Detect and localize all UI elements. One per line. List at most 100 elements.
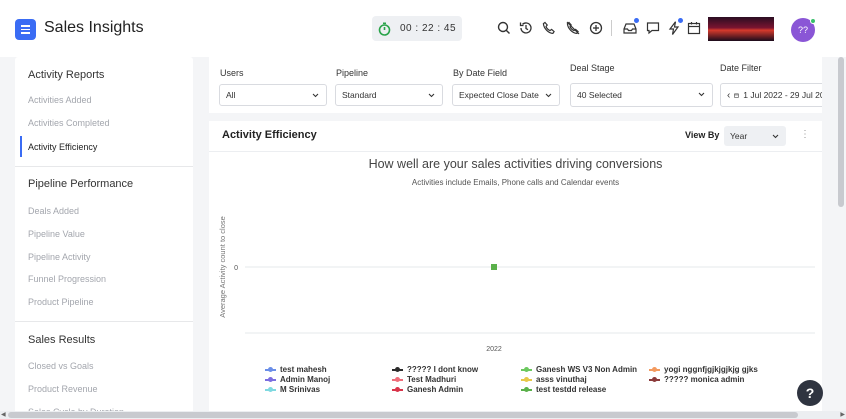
chevron-down-icon [698, 92, 705, 97]
avatar[interactable]: ?? [791, 18, 816, 42]
toolbar-divider [611, 20, 612, 36]
chat-icon[interactable] [645, 20, 661, 36]
chevron-down-icon [545, 93, 552, 98]
history-icon[interactable] [518, 20, 534, 36]
legend-label: asss vinuthaj [536, 375, 587, 384]
call-timer[interactable]: 00 : 22 : 45 [372, 16, 462, 41]
users-select[interactable]: All [219, 84, 327, 106]
legend-item[interactable]: Test Madhuri [392, 375, 456, 384]
sidebar-item-product-pipeline[interactable]: Product Pipeline [28, 297, 94, 307]
sidebar-heading-pipeline-performance: Pipeline Performance [28, 178, 134, 190]
search-icon[interactable] [496, 20, 512, 36]
sidebar-heading-sales-results: Sales Results [28, 334, 96, 346]
top-bar: Sales Insights 00 : 22 : 45 ?? [0, 0, 846, 57]
data-point [491, 264, 497, 270]
bolt-notification-icon[interactable] [666, 18, 683, 36]
legend-item[interactable]: asss vinuthaj [521, 375, 587, 384]
users-label: Users [220, 68, 244, 78]
sidebar-item-pipeline-value[interactable]: Pipeline Value [28, 229, 85, 239]
legend-item[interactable]: test mahesh [265, 365, 327, 374]
mute-call-icon[interactable] [565, 20, 581, 36]
sidebar-item-pipeline-activity[interactable]: Pipeline Activity [28, 252, 91, 262]
date-field-select-value: Expected Close Date [459, 90, 539, 100]
sidebar-item-product-revenue[interactable]: Product Revenue [28, 384, 98, 394]
active-indicator [20, 136, 22, 157]
sidebar-item-deals-added[interactable]: Deals Added [28, 206, 79, 216]
vertical-scrollbar[interactable] [836, 57, 846, 411]
date-field-label: By Date Field [453, 68, 508, 78]
sidebar-item-activity-efficiency[interactable]: Activity Efficiency [28, 142, 97, 152]
deal-stage-label: Deal Stage [570, 63, 615, 73]
sidebar-item-funnel-progression[interactable]: Funnel Progression [28, 274, 106, 284]
sidebar-heading-activity-reports: Activity Reports [28, 69, 105, 81]
legend-swatch [392, 376, 403, 382]
legend-label: test mahesh [280, 365, 327, 374]
sidebar-item-activities-completed[interactable]: Activities Completed [28, 118, 110, 128]
sidebar-divider [15, 321, 193, 322]
legend-swatch [521, 366, 532, 372]
chevron-down-icon [428, 93, 435, 98]
help-button[interactable]: ? [797, 380, 823, 406]
legend-label: Ganesh WS V3 Non Admin [536, 365, 638, 374]
promo-banner-image[interactable] [708, 17, 774, 41]
scroll-right-icon[interactable]: ▶ [840, 411, 845, 418]
deal-stage-select[interactable]: 40 Selected [570, 83, 713, 107]
legend-swatch [649, 376, 660, 382]
sidebar-divider [15, 166, 193, 167]
legend-label: Ganesh Admin [407, 385, 464, 394]
chevron-down-icon [312, 93, 319, 98]
chart-legend: test mahesh ????? I dont know Ganesh WS V3… [209, 365, 822, 405]
legend-item[interactable]: Admin Manoj [265, 375, 330, 384]
y-tick-label: 0 [234, 265, 238, 272]
filter-bar: Users All Pipeline Standard By Date Fiel… [209, 57, 822, 113]
sidebar-item-activities-added[interactable]: Activities Added [28, 95, 92, 105]
activity-efficiency-panel: Activity Efficiency View By Year ⋮ How w… [209, 121, 822, 419]
legend-item[interactable]: Ganesh Admin [392, 385, 463, 394]
legend-swatch [265, 386, 276, 392]
scrollbar-thumb[interactable] [8, 412, 798, 418]
legend-item[interactable]: ????? monica admin [649, 375, 744, 384]
hamburger-menu-icon[interactable] [15, 19, 36, 40]
horizontal-scrollbar[interactable]: ◀ ▶ [0, 411, 846, 419]
avatar-initials: ?? [797, 25, 808, 35]
legend-label: Admin Manoj [280, 375, 331, 384]
legend-item[interactable]: yogi nggnfjgjkjgjkjg gjks [649, 365, 758, 374]
phone-icon[interactable] [541, 20, 557, 36]
legend-label: test testdd release [536, 385, 607, 394]
legend-swatch [521, 376, 532, 382]
app-title: Sales Insights [44, 19, 144, 36]
legend-swatch [392, 386, 403, 392]
online-status-dot [810, 18, 816, 24]
legend-swatch [392, 366, 403, 372]
legend-swatch [265, 376, 276, 382]
legend-swatch [649, 366, 660, 372]
legend-label: Test Madhuri [407, 375, 457, 384]
y-axis-label: Average Activity count to close [218, 216, 227, 318]
sidebar-item-closed-vs-goals[interactable]: Closed vs Goals [28, 361, 94, 371]
x-tick-label: 2022 [486, 346, 502, 353]
scroll-left-icon[interactable]: ◀ [1, 411, 6, 418]
legend-swatch [265, 366, 276, 372]
legend-item[interactable]: test testdd release [521, 385, 606, 394]
date-range-picker[interactable]: ‹ 1 Jul 2022 - 29 Jul 2022 [720, 83, 822, 107]
legend-item[interactable]: Ganesh WS V3 Non Admin [521, 365, 637, 374]
stopwatch-icon [378, 22, 391, 36]
legend-swatch [521, 386, 532, 392]
timer-value: 00 : 22 : 45 [400, 23, 457, 34]
legend-item[interactable]: ????? I dont know [392, 365, 478, 374]
pipeline-label: Pipeline [336, 68, 369, 78]
calendar-icon[interactable] [686, 20, 702, 36]
legend-label: yogi nggnfjgjkjgjkjg gjks [664, 365, 758, 374]
users-select-value: All [226, 90, 236, 100]
legend-item[interactable]: M Srinivas [265, 385, 320, 394]
deal-stage-select-value: 40 Selected [577, 90, 622, 100]
date-field-select[interactable]: Expected Close Date [452, 84, 560, 106]
add-circle-icon[interactable] [588, 20, 604, 36]
chart-plot: Average Activity count to close 0 2022 [218, 216, 815, 353]
scrollbar-thumb[interactable] [838, 57, 844, 207]
pipeline-select[interactable]: Standard [335, 84, 443, 106]
inbox-icon[interactable] [622, 18, 639, 36]
date-range-value: 1 Jul 2022 - 29 Jul 2022 [743, 90, 822, 100]
chevron-left-icon[interactable]: ‹ [727, 90, 730, 101]
date-filter-label: Date Filter [720, 63, 762, 73]
